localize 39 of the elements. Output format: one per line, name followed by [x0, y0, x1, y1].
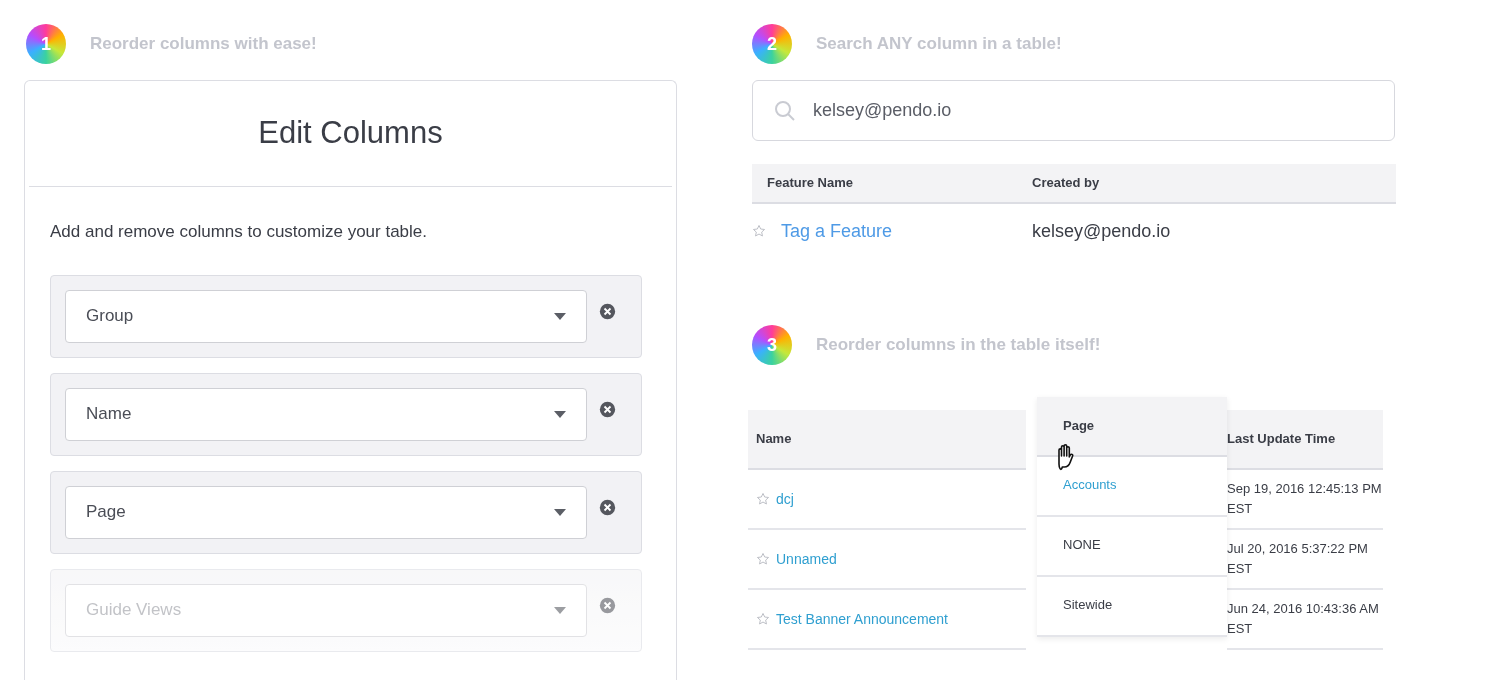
remove-icon[interactable]	[599, 400, 616, 418]
column-select[interactable]: Group	[65, 289, 587, 343]
step-number-badge: 1	[26, 24, 66, 64]
caret-icon	[554, 312, 566, 320]
star-icon[interactable]	[756, 612, 770, 626]
column-select[interactable]: Page	[65, 485, 587, 539]
table-cell-text: Jul 20, 2016 5:37:22 PM EST	[1227, 540, 1369, 578]
remove-icon[interactable]	[599, 302, 616, 320]
column-row[interactable]: Name	[50, 372, 642, 456]
table-cell-text: Jun 24, 2016 10:43:36 AM EST	[1227, 600, 1380, 638]
star-icon[interactable]	[756, 492, 770, 506]
caret-icon	[554, 508, 566, 516]
table-cell-text: NONE	[1063, 536, 1101, 554]
card-description: Add and remove columns to customize your table.	[50, 221, 429, 243]
column-select[interactable]: Name	[65, 387, 587, 441]
column-header[interactable]: Last Update Time	[1227, 429, 1336, 449]
column-row[interactable]: Page	[50, 470, 642, 554]
column-row[interactable]: Group	[50, 274, 642, 358]
step-number-badge: 3	[752, 325, 792, 365]
table-cell-text: Sep 19, 2016 12:45:13 PM EST	[1227, 480, 1383, 518]
column-header: Feature Name	[767, 175, 853, 191]
search-icon	[773, 98, 797, 123]
table-cell-text: Sitewide	[1063, 596, 1113, 614]
step-heading: Reorder columns in the table itself!	[816, 334, 1101, 357]
remove-icon[interactable]	[599, 498, 616, 516]
dragged-column[interactable]: Page Accounts NONE Sitewide	[1037, 397, 1227, 637]
card-title: Edit Columns	[258, 114, 443, 153]
search-field[interactable]: kelsey@pendo.io	[752, 80, 1395, 141]
caret-icon	[554, 606, 566, 614]
step-heading: Reorder columns with ease!	[90, 33, 317, 56]
table-cell-text: kelsey@pendo.io	[1032, 219, 1171, 243]
star-icon[interactable]	[756, 552, 770, 566]
column-header[interactable]: Page	[1063, 416, 1095, 436]
step-heading: Search ANY column in a table!	[816, 33, 1062, 56]
column-header[interactable]: Name	[756, 429, 792, 449]
column-header: Created by	[1032, 175, 1100, 191]
caret-icon	[554, 410, 566, 418]
star-icon[interactable]	[752, 224, 766, 238]
step-number-badge: 2	[752, 24, 792, 64]
